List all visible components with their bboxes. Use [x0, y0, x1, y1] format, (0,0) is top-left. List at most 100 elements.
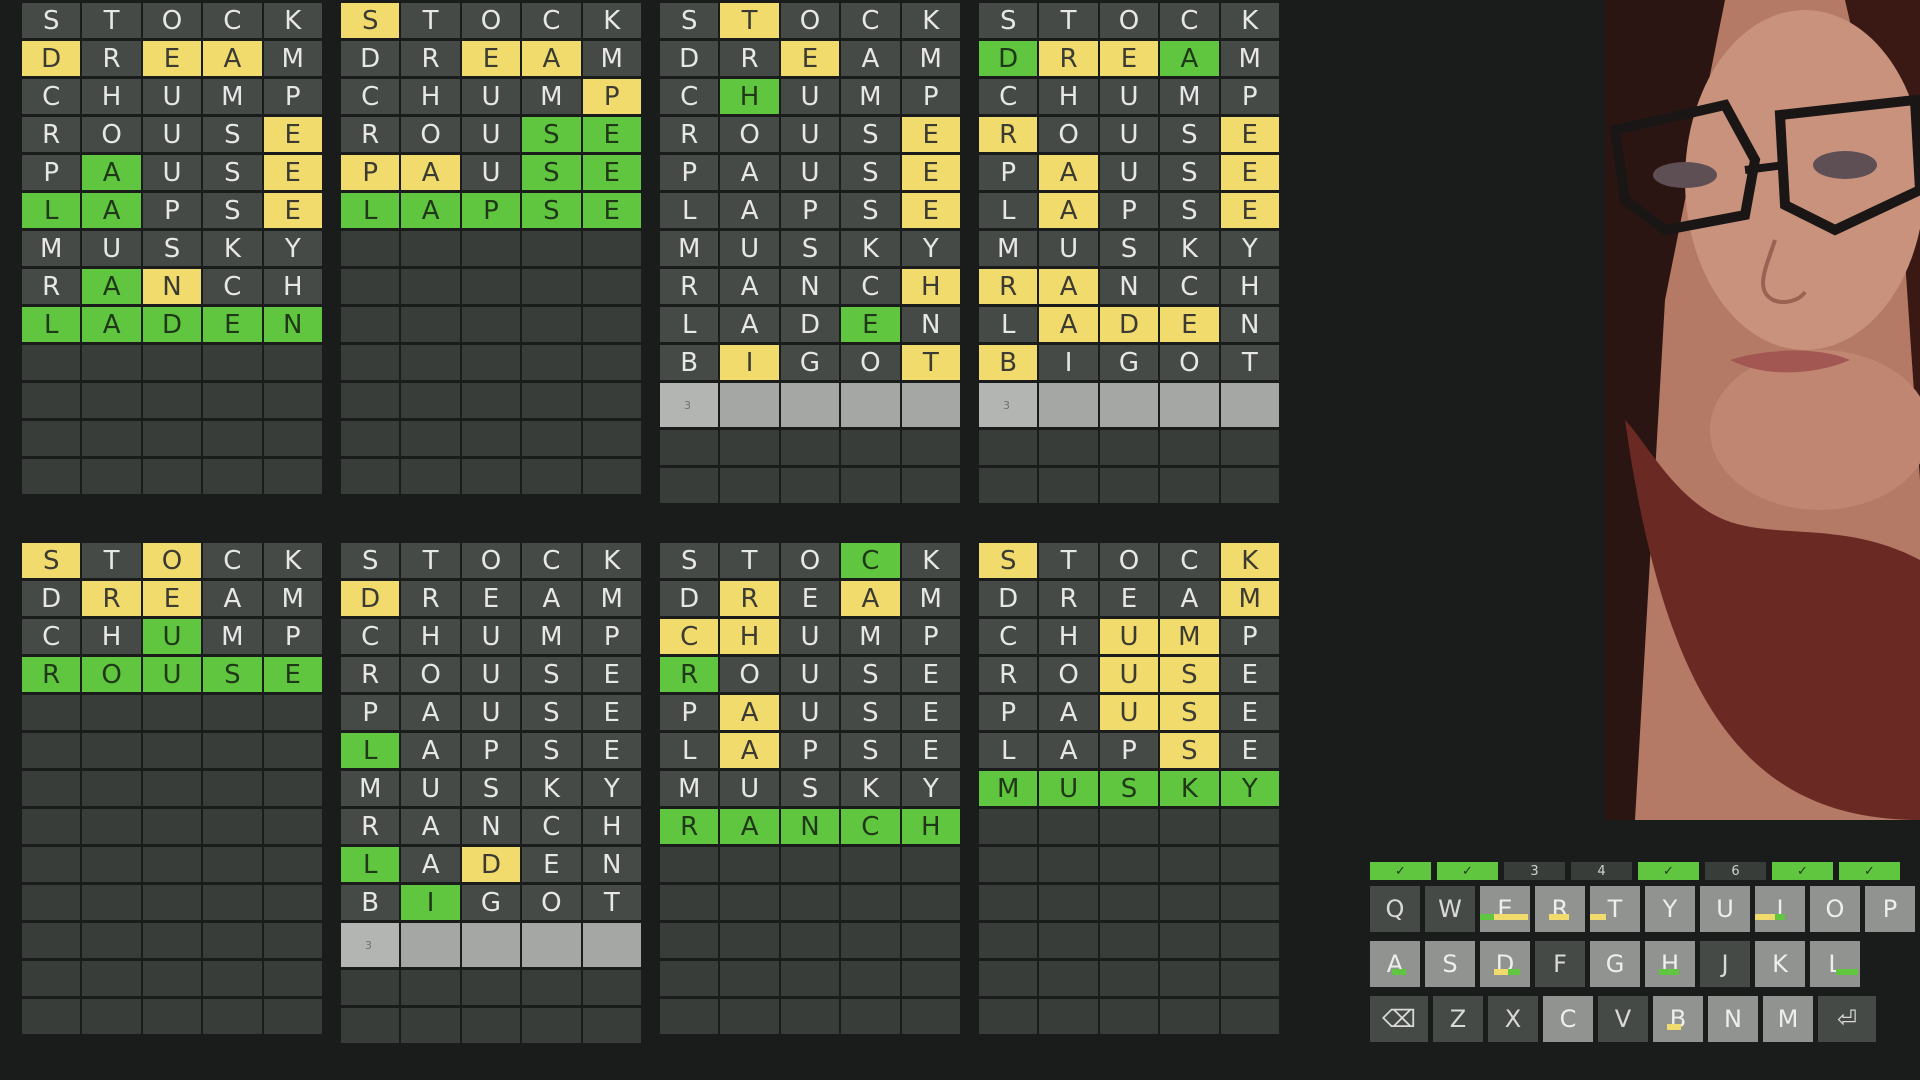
- letter-tile: D: [22, 581, 81, 616]
- key-i[interactable]: I: [1755, 886, 1805, 932]
- board-indicator-2[interactable]: ✓: [1437, 862, 1498, 880]
- letter-tile: R: [341, 809, 400, 844]
- key-s[interactable]: S: [1425, 941, 1475, 987]
- letter-tile: L: [979, 193, 1038, 228]
- letter-tile: N: [1099, 269, 1159, 304]
- letter-tile: M: [22, 231, 81, 266]
- letter-tile: Y: [901, 231, 960, 266]
- letter-tile: D: [660, 581, 719, 616]
- board-row: DREAM: [979, 581, 1279, 616]
- letter-tile: U: [1099, 155, 1159, 190]
- letter-tile: M: [341, 771, 400, 806]
- empty-tile: [263, 383, 322, 418]
- key-w[interactable]: W: [1425, 886, 1475, 932]
- letter-tile: R: [341, 657, 400, 692]
- key-f[interactable]: F: [1535, 941, 1585, 987]
- key-l[interactable]: L: [1810, 941, 1860, 987]
- enter-key[interactable]: ⏎: [1818, 996, 1876, 1042]
- letter-tile: A: [82, 269, 141, 304]
- empty-tile: [203, 421, 262, 456]
- key-z[interactable]: Z: [1433, 996, 1483, 1042]
- letter-tile: M: [1160, 619, 1219, 654]
- empty-tile: [780, 847, 840, 882]
- board-row: CHUMP: [660, 79, 960, 114]
- key-b[interactable]: B: [1653, 996, 1703, 1042]
- board-indicator-8[interactable]: ✓: [1839, 862, 1900, 880]
- key-v[interactable]: V: [1598, 996, 1648, 1042]
- letter-tile: N: [780, 809, 840, 844]
- empty-tile: [401, 345, 460, 380]
- empty-tile: [1039, 961, 1098, 996]
- letter-tile: U: [461, 619, 521, 654]
- letter-tile: P: [1099, 193, 1159, 228]
- key-m[interactable]: M: [1763, 996, 1813, 1042]
- board-indicator-7[interactable]: ✓: [1772, 862, 1833, 880]
- empty-tile: [901, 999, 960, 1034]
- key-h[interactable]: H: [1645, 941, 1695, 987]
- key-board-mark: [1549, 914, 1569, 920]
- empty-tile: [780, 999, 840, 1034]
- key-label: S: [1442, 950, 1458, 978]
- empty-tile: [203, 999, 262, 1034]
- key-n[interactable]: N: [1708, 996, 1758, 1042]
- board-row: [341, 269, 641, 304]
- board-indicator-5[interactable]: ✓: [1638, 862, 1699, 880]
- board-row: CHUMP: [660, 619, 960, 654]
- letter-tile: U: [720, 231, 779, 266]
- key-c[interactable]: C: [1543, 996, 1593, 1042]
- board-row: ROUSE: [341, 657, 641, 692]
- empty-tile: [203, 345, 262, 380]
- empty-tile: [203, 733, 262, 768]
- board-indicator-3[interactable]: 3: [1504, 862, 1565, 880]
- letter-tile: C: [22, 79, 81, 114]
- empty-tile: [142, 695, 202, 730]
- empty-tile: [142, 847, 202, 882]
- key-a[interactable]: A: [1370, 941, 1420, 987]
- empty-tile: [1160, 961, 1219, 996]
- letter-tile: O: [401, 117, 460, 152]
- letter-tile: R: [660, 809, 719, 844]
- letter-tile: D: [341, 41, 400, 76]
- letter-tile: K: [841, 231, 900, 266]
- board-indicator-1[interactable]: ✓: [1370, 862, 1431, 880]
- empty-tile: [263, 999, 322, 1034]
- key-o[interactable]: O: [1810, 886, 1860, 932]
- letter-tile: E: [582, 733, 641, 768]
- empty-tile: [1220, 847, 1279, 882]
- key-k[interactable]: K: [1755, 941, 1805, 987]
- empty-tile: [522, 1008, 581, 1043]
- empty-tile: [203, 885, 262, 920]
- board-row: CHUMP: [979, 619, 1279, 654]
- letter-tile: R: [660, 269, 719, 304]
- key-label: Z: [1449, 1005, 1467, 1033]
- board-row: BIGOT: [341, 885, 641, 920]
- empty-tile: [522, 459, 581, 494]
- key-t[interactable]: T: [1590, 886, 1640, 932]
- board-row: ROUSE: [979, 657, 1279, 692]
- board-row: STOCK: [660, 3, 960, 38]
- letter-tile: M: [901, 581, 960, 616]
- key-e[interactable]: E: [1480, 886, 1530, 932]
- board-indicator-6[interactable]: 6: [1705, 862, 1766, 880]
- letter-tile: R: [979, 269, 1038, 304]
- key-y[interactable]: Y: [1645, 886, 1695, 932]
- backspace-key[interactable]: ⌫: [1370, 996, 1428, 1042]
- letter-tile: R: [1039, 581, 1098, 616]
- key-x[interactable]: X: [1488, 996, 1538, 1042]
- letter-tile: S: [203, 657, 262, 692]
- key-g[interactable]: G: [1590, 941, 1640, 987]
- key-p[interactable]: P: [1865, 886, 1915, 932]
- key-d[interactable]: D: [1480, 941, 1530, 987]
- key-j[interactable]: J: [1700, 941, 1750, 987]
- key-r[interactable]: R: [1535, 886, 1585, 932]
- key-q[interactable]: Q: [1370, 886, 1420, 932]
- board-indicator-4[interactable]: 4: [1571, 862, 1632, 880]
- board-row: CHUMP: [341, 619, 641, 654]
- key-u[interactable]: U: [1700, 886, 1750, 932]
- letter-tile: E: [1099, 581, 1159, 616]
- empty-tile: [1160, 923, 1219, 958]
- letter-tile: S: [841, 155, 900, 190]
- empty-tile: [461, 269, 521, 304]
- board-row: LADEN: [979, 307, 1279, 342]
- letter-tile: E: [142, 581, 202, 616]
